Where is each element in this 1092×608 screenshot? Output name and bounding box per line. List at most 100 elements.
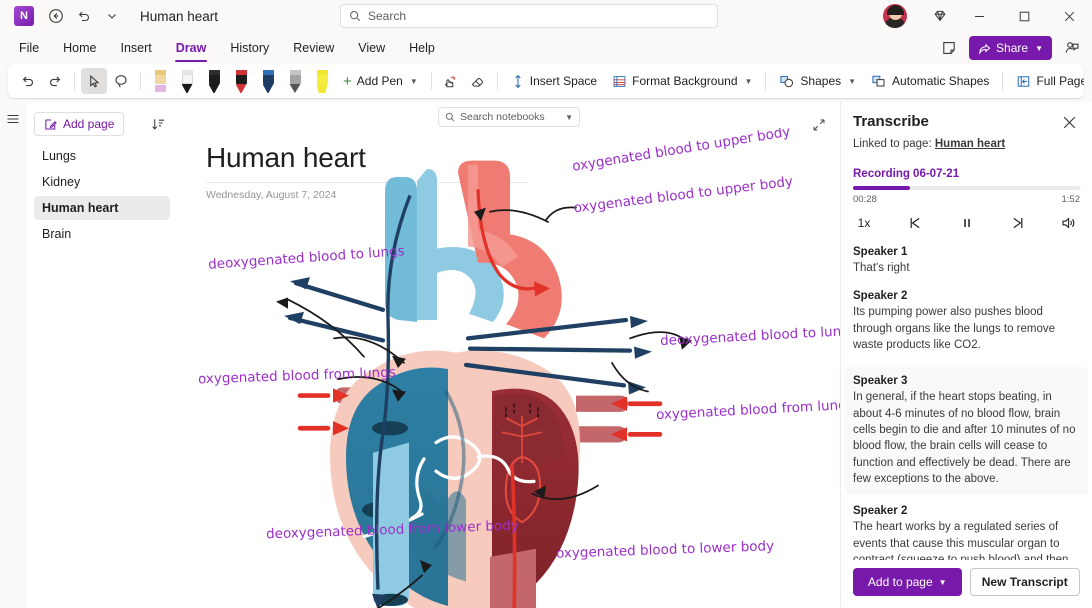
edit-page-icon (44, 118, 57, 131)
transcript-entry[interactable]: Speaker 2 The heart works by a regulated… (853, 505, 1080, 560)
pen-blue-button[interactable] (255, 68, 281, 94)
pen-white-icon (180, 69, 195, 93)
sidebar-item-human-heart[interactable]: Human heart (34, 196, 170, 220)
pen-blue-icon (261, 69, 276, 93)
insert-space-icon (511, 74, 525, 89)
automatic-shapes-label: Automatic Shapes (892, 74, 989, 88)
pen-black-button[interactable] (201, 68, 227, 94)
pen-gold-icon (153, 69, 168, 93)
pen-red-button[interactable] (228, 68, 254, 94)
sidebar-item-brain[interactable]: Brain (34, 222, 170, 246)
highlighter-yellow-button[interactable] (309, 68, 335, 94)
automatic-shapes-button[interactable]: Automatic Shapes (864, 68, 996, 94)
lasso-select-button[interactable] (108, 68, 134, 94)
pen-white-button[interactable] (174, 68, 200, 94)
page-list-header: Add page (34, 112, 170, 136)
sticky-note-icon[interactable] (935, 35, 963, 61)
format-background-label: Format Background (632, 74, 737, 88)
search-icon (349, 10, 361, 22)
tab-insert[interactable]: Insert (110, 36, 163, 60)
chevron-down-icon: ▼ (565, 113, 573, 122)
hamburger-icon[interactable] (2, 108, 24, 130)
onenote-logo-icon: N (14, 6, 34, 26)
rewind-button[interactable] (900, 210, 930, 236)
shapes-button[interactable]: Shapes ▼ (772, 68, 863, 94)
document-title: Human heart (140, 9, 218, 24)
transcript-entry[interactable]: Speaker 1 That's right (853, 246, 1080, 276)
minimize-button[interactable] (957, 0, 1002, 32)
pencil-gray-button[interactable] (282, 68, 308, 94)
main-body: Add page Lungs Kidney Human heart Brain (0, 102, 1092, 608)
tab-help[interactable]: Help (398, 36, 446, 60)
maximize-button[interactable] (1002, 0, 1047, 32)
tab-review[interactable]: Review (282, 36, 345, 60)
tab-home[interactable]: Home (52, 36, 107, 60)
linked-page-link[interactable]: Human heart (935, 138, 1005, 150)
sidebar-item-kidney[interactable]: Kidney (34, 170, 170, 194)
annotation-group: oxygenated blood to upper body (571, 128, 791, 175)
sidebar-item-lungs[interactable]: Lungs (34, 144, 170, 168)
diamond-icon[interactable] (923, 0, 957, 32)
utterance-text: In general, if the heart stops beating, … (853, 389, 1080, 487)
search-icon (445, 112, 455, 122)
pen-gold-button[interactable] (147, 68, 173, 94)
toolbar-divider (74, 72, 75, 90)
tab-file[interactable]: File (8, 36, 50, 60)
pause-button[interactable] (952, 210, 982, 236)
draw-toolbar-row: + Add Pen ▼ (0, 64, 1092, 102)
new-transcript-button[interactable]: New Transcript (970, 568, 1081, 596)
full-page-view-button[interactable]: Full Page View (1009, 68, 1084, 94)
auto-shapes-icon (871, 74, 887, 89)
notebook-search-input[interactable]: Search notebooks ▼ (438, 107, 580, 127)
forward-button[interactable] (1003, 210, 1033, 236)
redo-button[interactable] (42, 68, 68, 94)
customize-quick-access-icon[interactable] (98, 3, 126, 29)
transcribe-footer: Add to page ▼ New Transcript (841, 560, 1092, 608)
utterance-text: That's right (853, 260, 1080, 276)
transcript-entry-highlighted[interactable]: Speaker 3 In general, if the heart stops… (845, 367, 1088, 495)
ink-gesture-button[interactable] (438, 68, 464, 94)
tab-draw[interactable]: Draw (165, 36, 218, 60)
toolbar-divider (497, 72, 498, 90)
utterance-text: Its pumping power also pushes blood thro… (853, 304, 1080, 353)
transcript-entry[interactable]: Speaker 2 Its pumping power also pushes … (853, 290, 1080, 353)
add-page-button[interactable]: Add page (34, 112, 124, 136)
add-to-page-button[interactable]: Add to page ▼ (853, 568, 962, 596)
undo-button[interactable] (15, 68, 41, 94)
transcribe-header: Transcribe Linked to page: Human heart R… (841, 102, 1092, 205)
annotation-oxygenated-upper-body-line1: oxygenated blood to upper body (571, 128, 791, 175)
close-pane-button[interactable] (1058, 111, 1080, 133)
format-background-button[interactable]: Format Background ▼ (605, 68, 759, 94)
tab-history[interactable]: History (219, 36, 280, 60)
add-pen-button[interactable]: + Add Pen ▼ (336, 68, 425, 94)
select-tool-button[interactable] (81, 68, 107, 94)
page-list-panel: Add page Lungs Kidney Human heart Brain (26, 102, 178, 608)
transcript-list[interactable]: Speaker 1 That's right Speaker 2 Its pum… (841, 246, 1092, 560)
speaker-name: Speaker 2 (853, 505, 1080, 517)
pane-title: Transcribe (853, 113, 929, 130)
time-current: 00:28 (853, 194, 877, 205)
note-page[interactable]: Human heart Wednesday, August 7, 2024 (178, 128, 840, 608)
avatar[interactable] (883, 4, 907, 28)
time-total: 1:52 (1062, 194, 1081, 205)
undo-icon[interactable] (70, 3, 98, 29)
eraser-button[interactable] (465, 68, 491, 94)
playback-progress-fill (853, 186, 910, 190)
global-search-wrapper: Search (340, 4, 718, 28)
highlighter-yellow-icon (315, 69, 330, 93)
titlebar-right-cluster (883, 0, 1092, 32)
chevron-down-icon: ▼ (939, 578, 947, 587)
close-button[interactable] (1047, 0, 1092, 32)
comment-person-icon[interactable] (1058, 35, 1086, 61)
sort-descending-icon[interactable] (146, 112, 170, 136)
playback-speed-button[interactable]: 1x (849, 210, 879, 236)
volume-button[interactable] (1054, 210, 1084, 236)
search-input[interactable]: Search (340, 4, 718, 28)
insert-space-button[interactable]: Insert Space (504, 68, 604, 94)
back-circle-icon[interactable] (42, 3, 70, 29)
playback-progress-bar[interactable] (853, 186, 1080, 190)
tab-view[interactable]: View (347, 36, 396, 60)
full-page-view-label: Full Page View (1036, 74, 1084, 88)
playback-times: 00:28 1:52 (853, 194, 1080, 205)
share-button[interactable]: Share ▼ (969, 36, 1052, 60)
